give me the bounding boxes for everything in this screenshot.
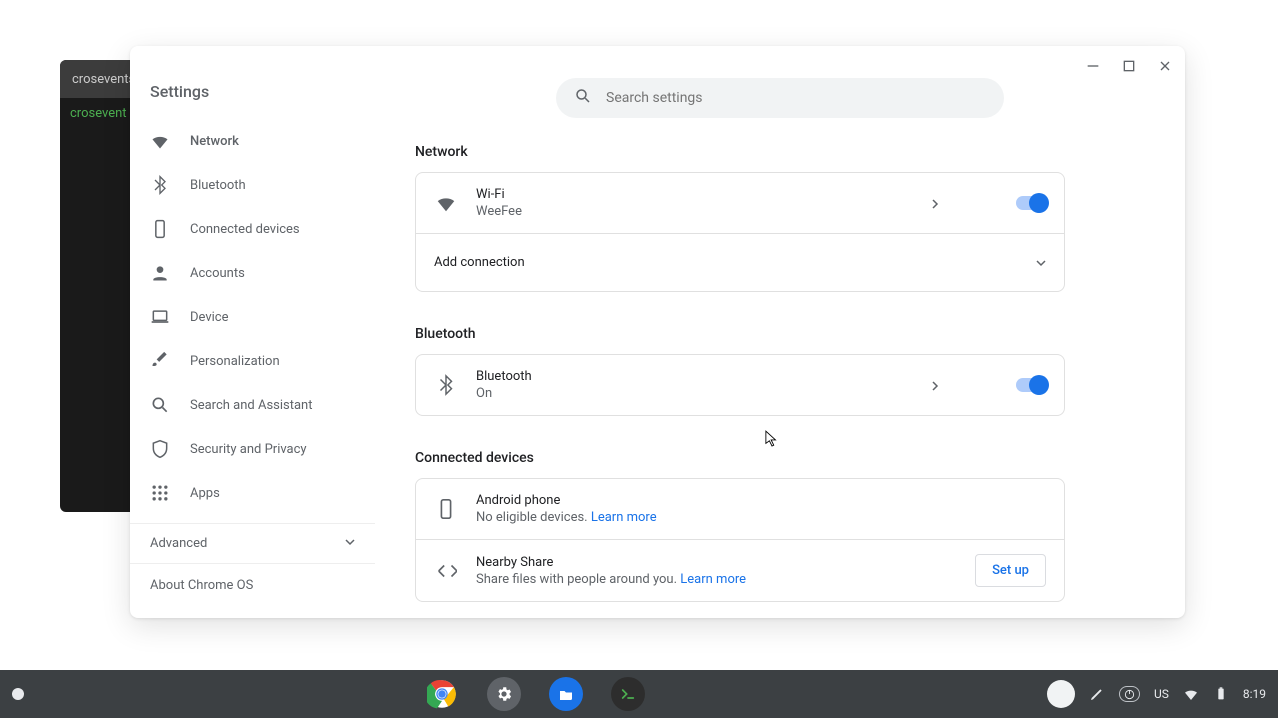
sidebar-item-device[interactable]: Device — [130, 295, 375, 339]
maximize-button[interactable] — [1121, 58, 1137, 74]
section-heading-bluetooth: Bluetooth — [415, 314, 1065, 354]
sidebar-item-label: Device — [190, 310, 229, 325]
window-controls — [1085, 58, 1173, 74]
wifi-ssid: WeeFee — [476, 204, 912, 219]
nearby-title: Nearby Share — [476, 555, 957, 570]
row-nearby-share[interactable]: Nearby Share Share files with people aro… — [416, 539, 1064, 601]
apps-icon — [150, 483, 170, 503]
battery-status-icon — [1213, 686, 1229, 702]
settings-app-icon[interactable] — [487, 677, 521, 711]
card-connected-devices: Android phone No eligible devices. Learn… — [415, 478, 1065, 602]
sidebar-item-bluetooth[interactable]: Bluetooth — [130, 163, 375, 207]
card-network: Wi-Fi WeeFee Add connection — [415, 172, 1065, 292]
sidebar-item-label: Personalization — [190, 354, 280, 369]
bluetooth-icon — [150, 175, 170, 195]
android-title: Android phone — [476, 493, 1046, 508]
row-android-phone[interactable]: Android phone No eligible devices. Learn… — [416, 479, 1064, 539]
add-connection-label: Add connection — [434, 255, 1018, 270]
bluetooth-status: On — [476, 386, 912, 401]
chevron-down-icon — [345, 536, 355, 551]
shield-icon — [150, 439, 170, 459]
chromeos-shelf: US 8:19 — [0, 670, 1278, 718]
search-icon — [574, 87, 592, 109]
bluetooth-toggle[interactable] — [1016, 378, 1046, 392]
search-settings[interactable] — [556, 78, 1004, 118]
wifi-status-icon — [1183, 686, 1199, 702]
wifi-icon — [150, 131, 170, 151]
ime-indicator[interactable]: US — [1154, 687, 1169, 701]
app-title: Settings — [130, 60, 375, 119]
mouse-cursor — [765, 430, 779, 452]
laptop-icon — [150, 307, 170, 327]
settings-window: Settings Network Bluetooth Connected dev… — [130, 46, 1185, 618]
clock[interactable]: 8:19 — [1243, 687, 1266, 701]
search-icon — [150, 395, 170, 415]
sidebar-advanced[interactable]: Advanced — [130, 523, 375, 563]
sidebar-item-label: Apps — [190, 486, 220, 501]
sidebar-item-label: Security and Privacy — [190, 442, 307, 457]
row-wifi[interactable]: Wi-Fi WeeFee — [416, 173, 1064, 233]
launcher-button[interactable] — [12, 688, 24, 700]
main-panel: Network Wi-Fi WeeFee Add — [375, 60, 1185, 618]
sidebar-about[interactable]: About Chrome OS — [130, 563, 375, 607]
card-bluetooth: Bluetooth On — [415, 354, 1065, 416]
sidebar-item-label: Bluetooth — [190, 178, 246, 193]
minimize-button[interactable] — [1085, 58, 1101, 74]
section-heading-network: Network — [415, 132, 1065, 172]
sidebar-item-label: Network — [190, 134, 239, 149]
bluetooth-title: Bluetooth — [476, 369, 912, 384]
sidebar-item-security[interactable]: Security and Privacy — [130, 427, 375, 471]
row-add-connection[interactable]: Add connection — [416, 233, 1064, 291]
android-sub: No eligible devices. Learn more — [476, 510, 1046, 525]
bluetooth-icon — [434, 373, 458, 397]
sidebar-item-accounts[interactable]: Accounts — [130, 251, 375, 295]
wifi-icon — [434, 191, 458, 215]
avatar[interactable] — [1047, 680, 1075, 708]
chrome-app-icon[interactable] — [425, 677, 459, 711]
brush-icon — [150, 351, 170, 371]
status-tray[interactable]: US 8:19 — [1047, 680, 1266, 708]
terminal-title: crosevents — [72, 72, 135, 87]
sidebar-item-label: Connected devices — [190, 222, 300, 237]
about-label: About Chrome OS — [150, 578, 253, 593]
setup-button[interactable]: Set up — [975, 554, 1046, 587]
wifi-toggle[interactable] — [1016, 196, 1046, 210]
phone-icon — [434, 497, 458, 521]
close-button[interactable] — [1157, 58, 1173, 74]
learn-more-link[interactable]: Learn more — [591, 510, 657, 525]
files-app-icon[interactable] — [549, 677, 583, 711]
advanced-label: Advanced — [150, 536, 207, 551]
sidebar-item-label: Accounts — [190, 266, 245, 281]
learn-more-link[interactable]: Learn more — [680, 572, 746, 587]
sidebar-item-search-assistant[interactable]: Search and Assistant — [130, 383, 375, 427]
sidebar-item-personalization[interactable]: Personalization — [130, 339, 375, 383]
phone-icon — [150, 219, 170, 239]
sidebar: Settings Network Bluetooth Connected dev… — [130, 60, 375, 618]
sidebar-item-apps[interactable]: Apps — [130, 471, 375, 515]
nearby-sub: Share files with people around you. Lear… — [476, 572, 957, 587]
wifi-title: Wi-Fi — [476, 187, 912, 202]
section-heading-connected: Connected devices — [415, 438, 1065, 478]
sidebar-item-connected-devices[interactable]: Connected devices — [130, 207, 375, 251]
chevron-right-icon — [930, 194, 940, 213]
search-input[interactable] — [606, 90, 986, 106]
terminal-prompt: crosevent — [70, 106, 127, 121]
chevron-down-icon — [1036, 253, 1046, 272]
sidebar-item-label: Search and Assistant — [190, 398, 313, 413]
person-icon — [150, 263, 170, 283]
row-bluetooth[interactable]: Bluetooth On — [416, 355, 1064, 415]
stylus-icon[interactable] — [1089, 686, 1105, 702]
power-icon — [1119, 686, 1140, 702]
sidebar-item-network[interactable]: Network — [130, 119, 375, 163]
nearby-share-icon — [434, 559, 458, 583]
terminal-app-icon[interactable] — [611, 677, 645, 711]
chevron-right-icon — [930, 376, 940, 395]
